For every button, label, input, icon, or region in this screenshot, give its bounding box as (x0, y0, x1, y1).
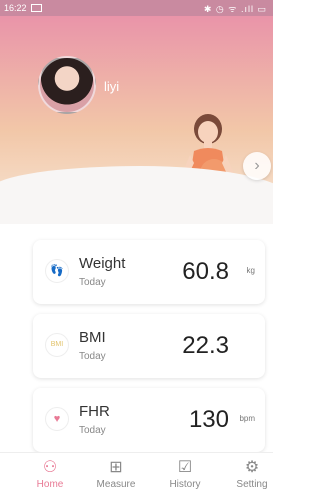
tab-label: History (169, 479, 201, 490)
card-title: Weight (79, 255, 126, 272)
username: liyi (104, 79, 120, 94)
bmi-card[interactable]: BMI BMI Today 22.3 (33, 314, 265, 378)
tab-measure[interactable]: ⊞ Measure (86, 457, 146, 490)
status-icons: ✱ ◷ ᯤ .ıll ▭ (203, 4, 267, 14)
card-subtitle: Today (79, 351, 106, 362)
card-subtitle: Today (79, 277, 106, 288)
fhr-card[interactable]: ♥ FHR Today 130 bpm (33, 388, 265, 452)
gear-icon: ⚙ (244, 459, 260, 476)
tab-history[interactable]: ☑ History (155, 457, 215, 490)
footprint-icon: 👣 (45, 259, 69, 283)
card-title: BMI (79, 329, 106, 346)
cloud-decoration (0, 166, 273, 224)
bmi-icon: BMI (45, 333, 69, 357)
person-icon: ⚇ (42, 459, 58, 476)
medkit-icon: ⊞ (109, 459, 123, 476)
status-time: 16:22 (4, 3, 27, 13)
card-unit: kg (246, 266, 255, 275)
card-value: 60.8 (182, 258, 229, 285)
status-bar: 16:22 ✱ ◷ ᯤ .ıll ▭ (0, 0, 273, 16)
card-value: 22.3 (182, 332, 229, 359)
hero-banner: liyi › (0, 16, 273, 224)
heart-icon: ♥ (45, 407, 69, 431)
tab-label: Measure (96, 479, 136, 490)
tab-home[interactable]: ⚇ Home (20, 457, 80, 490)
message-icon (31, 4, 42, 12)
measurement-list: 👣 Weight Today 60.8 kg BMI BMI Today 22.… (0, 236, 273, 454)
weight-card[interactable]: 👣 Weight Today 60.8 kg (33, 240, 265, 304)
card-value: 130 (188, 406, 229, 433)
tab-setting[interactable]: ⚙ Setting (222, 457, 282, 490)
bottom-tab-bar: ⚇ Home ⊞ Measure ☑ History ⚙ Setting (0, 452, 273, 498)
avatar[interactable] (38, 56, 96, 114)
card-unit: bpm (239, 414, 255, 423)
next-arrow-button[interactable]: › (243, 152, 271, 180)
chart-icon: ☑ (177, 459, 193, 476)
card-subtitle: Today (79, 425, 106, 436)
card-title: FHR (79, 403, 110, 420)
tab-label: Home (36, 479, 64, 490)
tab-label: Setting (236, 479, 268, 490)
